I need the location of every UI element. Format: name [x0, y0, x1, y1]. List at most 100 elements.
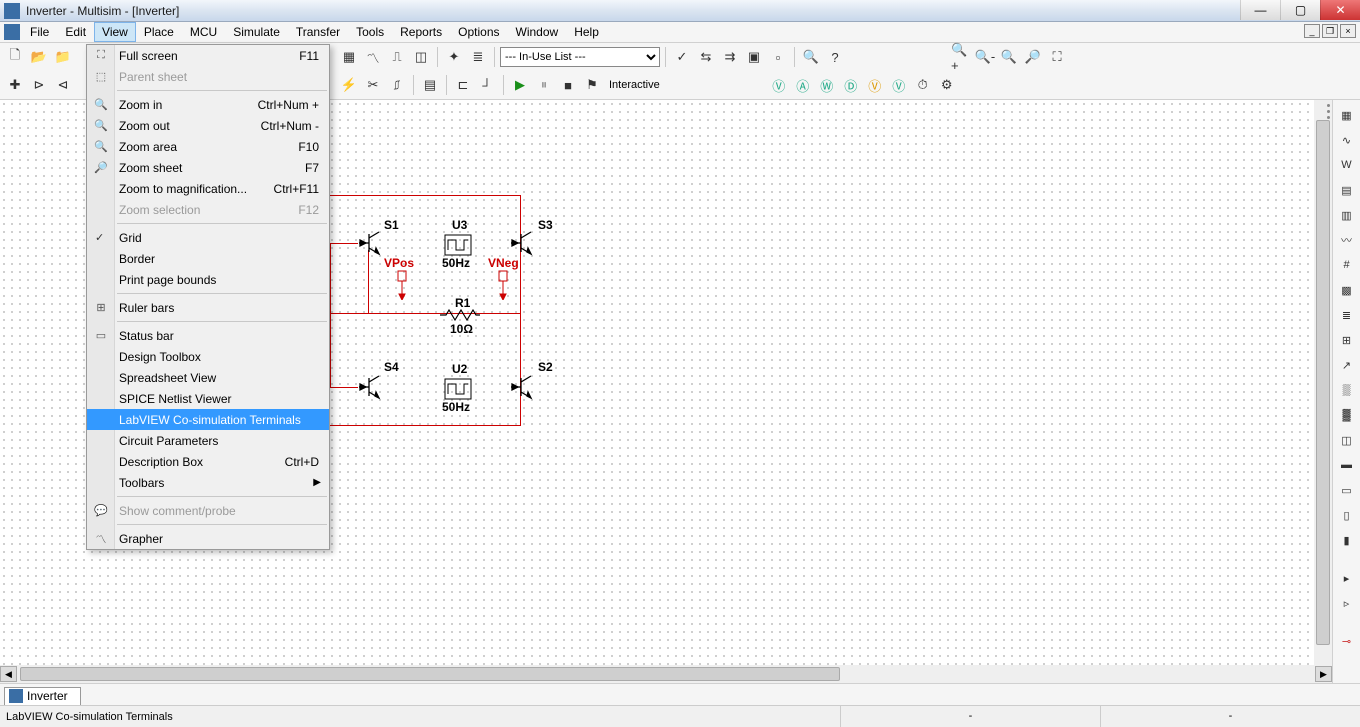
current-clamp-icon[interactable]: ⊸: [1336, 630, 1358, 652]
dd-status-bar[interactable]: ▭Status bar: [87, 325, 329, 346]
find-example-icon[interactable]: 🔍: [800, 46, 822, 68]
mdi-close[interactable]: ×: [1340, 24, 1356, 38]
logic-converter-icon[interactable]: ⊞: [1336, 329, 1358, 351]
transistor-s3[interactable]: [509, 230, 535, 256]
probe-gear-icon[interactable]: ⚙: [936, 74, 958, 96]
dd-ruler-bars[interactable]: ⊞Ruler bars: [87, 297, 329, 318]
export-icon[interactable]: ▫: [767, 46, 789, 68]
logic-analyzer-icon[interactable]: ≣: [1336, 304, 1358, 326]
zoom-area-icon[interactable]: 🔍: [998, 46, 1020, 68]
stop-icon[interactable]: ■: [557, 74, 579, 96]
step-icon[interactable]: ⚑: [581, 74, 603, 96]
menu-mcu[interactable]: MCU: [182, 22, 225, 42]
digital-a-icon[interactable]: Ⓥ: [888, 74, 910, 96]
place-basic-icon[interactable]: ✚: [4, 74, 26, 96]
dd-full-screen[interactable]: ⛶Full screenF11: [87, 45, 329, 66]
bus-icon[interactable]: ⊏: [452, 74, 474, 96]
junction-icon[interactable]: ┘: [476, 74, 498, 96]
wattmeter-icon[interactable]: W: [1336, 154, 1358, 176]
probe-clock-icon[interactable]: ⏱: [912, 74, 934, 96]
run-icon[interactable]: ▶: [509, 74, 531, 96]
distortion-icon[interactable]: ▒: [1336, 379, 1358, 401]
zoom-in-icon[interactable]: 🔍+: [950, 46, 972, 68]
probe-cut-icon[interactable]: ✂: [362, 74, 384, 96]
scroll-v-thumb[interactable]: [1316, 120, 1330, 645]
probe-settings-icon[interactable]: ⎎: [386, 74, 408, 96]
dd-toolbars[interactable]: Toolbars▶: [87, 472, 329, 493]
pulse-u3[interactable]: [444, 234, 472, 256]
menu-options[interactable]: Options: [450, 22, 507, 42]
probe-vneg[interactable]: [496, 270, 510, 300]
hierarchy-icon[interactable]: ▤: [419, 74, 441, 96]
menu-transfer[interactable]: Transfer: [288, 22, 348, 42]
scroll-left-arrow[interactable]: ◀: [0, 666, 17, 682]
open-sample-icon[interactable]: 📁: [52, 46, 74, 68]
dd-grid[interactable]: Grid: [87, 227, 329, 248]
menu-tools[interactable]: Tools: [348, 22, 392, 42]
vertical-scrollbar[interactable]: [1314, 100, 1332, 665]
component-wizard-icon[interactable]: ✦: [443, 46, 465, 68]
iv-analyzer-icon[interactable]: ↗: [1336, 354, 1358, 376]
list-icon[interactable]: ≣: [467, 46, 489, 68]
probe-blue-icon[interactable]: ⚡: [338, 74, 360, 96]
elvis-icon[interactable]: ▹: [1336, 592, 1358, 614]
analog-diff-icon[interactable]: Ⓓ: [840, 74, 862, 96]
close-button[interactable]: ✕: [1320, 0, 1360, 20]
function-gen-icon[interactable]: ∿: [1336, 129, 1358, 151]
transistor-s1[interactable]: [357, 230, 383, 256]
mdi-restore[interactable]: ❐: [1322, 24, 1338, 38]
analog-w-icon[interactable]: Ⓦ: [816, 74, 838, 96]
menu-file[interactable]: File: [22, 22, 57, 42]
open-icon[interactable]: 📂: [28, 46, 50, 68]
in-use-list-combo[interactable]: --- In-Use List ---: [500, 47, 660, 67]
dd-zoom-area[interactable]: 🔍Zoom areaF10: [87, 136, 329, 157]
analog-a-icon[interactable]: Ⓐ: [792, 74, 814, 96]
digital-v-icon[interactable]: Ⓥ: [864, 74, 886, 96]
agilent-fg-icon[interactable]: ▬: [1336, 454, 1358, 476]
transistor-s2[interactable]: [509, 374, 535, 400]
network-analyzer-icon[interactable]: ◫: [1336, 429, 1358, 451]
back-annotate-icon[interactable]: ⇆: [695, 46, 717, 68]
transistor-s4[interactable]: [357, 374, 383, 400]
place-diode-icon[interactable]: ⊳: [28, 74, 50, 96]
four-ch-scope-icon[interactable]: ▥: [1336, 204, 1358, 226]
grapher-icon[interactable]: 〽: [362, 46, 384, 68]
dd-spreadsheet-view[interactable]: Spreadsheet View: [87, 367, 329, 388]
dd-border[interactable]: Border: [87, 248, 329, 269]
erc-icon[interactable]: ✓: [671, 46, 693, 68]
dd-spice-netlist[interactable]: SPICE Netlist Viewer: [87, 388, 329, 409]
dd-grapher[interactable]: 〽Grapher: [87, 528, 329, 549]
probe-vpos[interactable]: [395, 270, 409, 300]
new-icon[interactable]: 🗋: [4, 46, 26, 68]
menu-window[interactable]: Window: [508, 22, 567, 42]
menu-edit[interactable]: Edit: [57, 22, 94, 42]
pulse-u2[interactable]: [444, 378, 472, 400]
dd-zoom-in[interactable]: 🔍Zoom inCtrl+Num +: [87, 94, 329, 115]
sheet-tab-inverter[interactable]: Inverter: [4, 687, 81, 705]
resistor-r1[interactable]: [440, 308, 480, 322]
menu-simulate[interactable]: Simulate: [225, 22, 288, 42]
minimize-button[interactable]: —: [1240, 0, 1280, 20]
dd-zoom-mag[interactable]: Zoom to magnification...Ctrl+F11: [87, 178, 329, 199]
horizontal-scrollbar[interactable]: ◀ ▶: [0, 665, 1332, 683]
oscilloscope-icon[interactable]: ▤: [1336, 179, 1358, 201]
database-icon[interactable]: ▦: [338, 46, 360, 68]
agilent-scope-icon[interactable]: ▯: [1336, 504, 1358, 526]
labview-instr-icon[interactable]: ▸: [1336, 567, 1358, 589]
spectrum-icon[interactable]: ▓: [1336, 404, 1358, 426]
forward-annotate-icon[interactable]: ⇉: [719, 46, 741, 68]
dd-description-box[interactable]: Description BoxCtrl+D: [87, 451, 329, 472]
postproc-icon[interactable]: ◫: [410, 46, 432, 68]
dd-labview-terminals[interactable]: LabVIEW Co-simulation Terminals: [87, 409, 329, 430]
full-screen-icon[interactable]: ⛶: [1046, 46, 1068, 68]
analog-v-icon[interactable]: Ⓥ: [768, 74, 790, 96]
menu-help[interactable]: Help: [566, 22, 607, 42]
ultiboard-icon[interactable]: ▣: [743, 46, 765, 68]
word-gen-icon[interactable]: ▩: [1336, 279, 1358, 301]
multimeter-icon[interactable]: ▦: [1336, 104, 1358, 126]
tek-scope-icon[interactable]: ▮: [1336, 529, 1358, 551]
bode-icon[interactable]: 〰: [1336, 229, 1358, 251]
agilent-mm-icon[interactable]: ▭: [1336, 479, 1358, 501]
zoom-out-icon[interactable]: 🔍-: [974, 46, 996, 68]
menu-view[interactable]: View: [94, 22, 136, 42]
